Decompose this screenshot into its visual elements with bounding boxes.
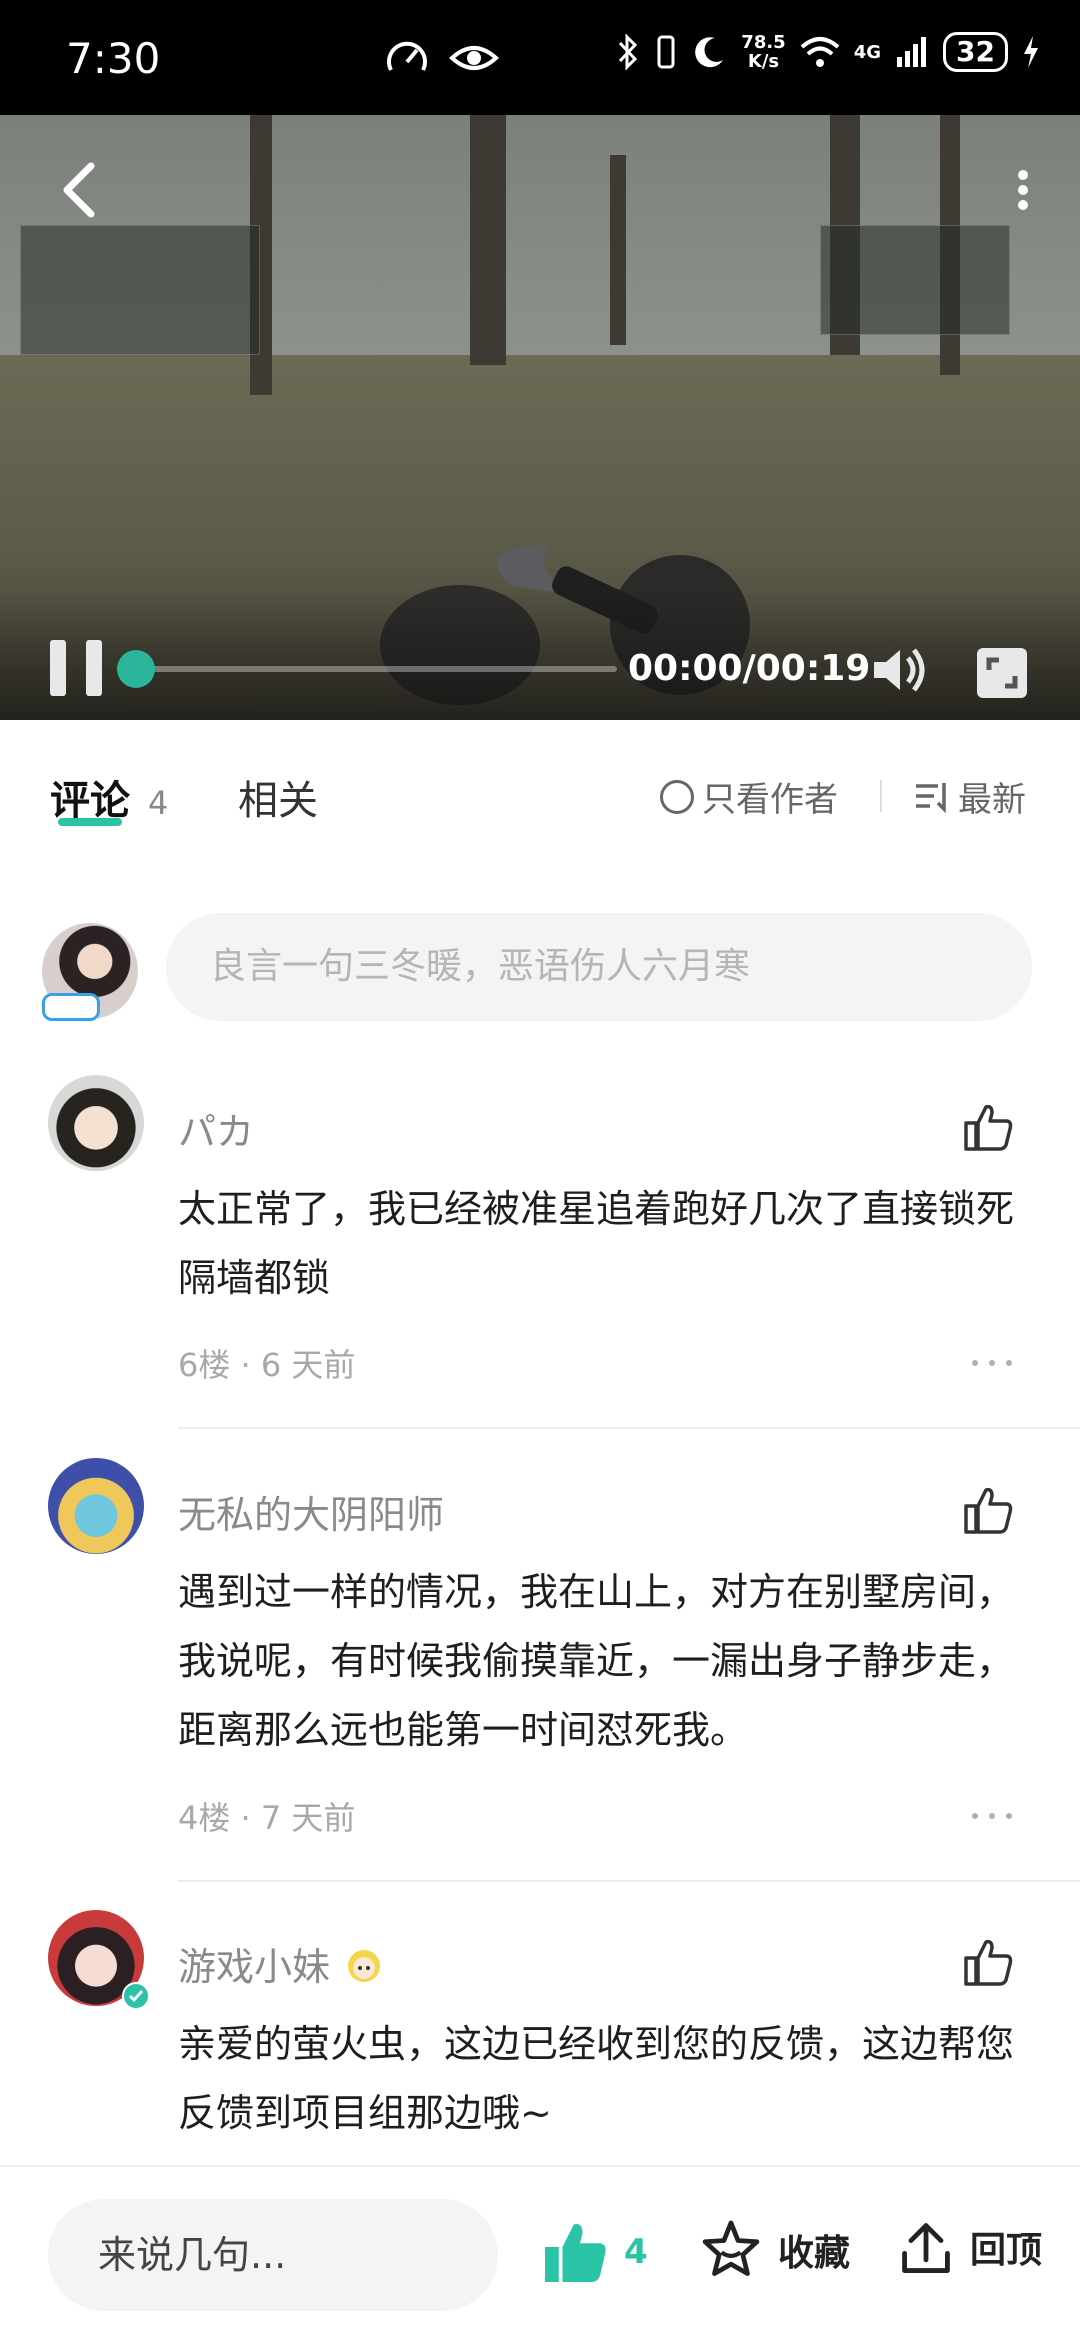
- moon-icon: [695, 37, 724, 68]
- sort-lines-icon: [916, 782, 946, 813]
- signal-label: 4G: [853, 41, 882, 63]
- progress-knob[interactable]: [117, 650, 155, 688]
- net-speed: 78.5 K/s: [741, 33, 785, 71]
- comment-floor: 6楼: [178, 1346, 231, 1384]
- comment-author[interactable]: 游戏小妹: [178, 1936, 386, 1991]
- comment-composer: 良言一句三冬暖，恶语伤人六月寒: [0, 905, 1080, 1025]
- pause-button[interactable]: [50, 640, 102, 696]
- pause-bar: [50, 640, 66, 696]
- comment-input[interactable]: 良言一句三冬暖，恶语伤人六月寒: [166, 913, 1032, 1021]
- status-bar: 7:30 78.5 K/s 4G 32: [0, 0, 1080, 115]
- tree: [470, 115, 506, 365]
- comment-author[interactable]: パカ: [178, 1101, 254, 1156]
- avatar[interactable]: [48, 1458, 144, 1554]
- vibrate-icon: [657, 35, 675, 69]
- comment-item: パカ 太正常了，我已经被准星追着跑好几次了直接锁死隔墙都锁 6楼 · 6 天前: [0, 1075, 1080, 1430]
- wifi-icon: [800, 37, 840, 67]
- comment-time: 7 天前: [260, 1799, 356, 1837]
- speedometer-icon: [387, 41, 427, 71]
- meta-separator: ·: [240, 1346, 261, 1384]
- fullscreen-icon[interactable]: [975, 646, 1029, 700]
- like-count: 4: [624, 2232, 648, 2272]
- video-controls: 00:00/00:19: [0, 590, 1080, 720]
- eye-icon: [449, 46, 499, 70]
- comment-body: 遇到过一样的情况，我在山上，对方在别墅房间，我说呢，有时候我偷摸靠近，一漏出身子…: [178, 1570, 1015, 1752]
- back-arrow-icon[interactable]: [55, 160, 105, 220]
- filter-divider: [880, 780, 882, 812]
- hud-panel-right: [820, 225, 1010, 335]
- radio-circle-icon: [660, 779, 694, 814]
- thumbs-up-icon[interactable]: [960, 1099, 1016, 1155]
- only-author-label: 只看作者: [702, 780, 838, 820]
- tree: [610, 155, 626, 345]
- more-vertical-icon[interactable]: [1016, 170, 1030, 210]
- status-time: 7:30: [66, 34, 161, 83]
- status-center-icons: [385, 38, 499, 78]
- net-speed-value: 78.5: [741, 32, 786, 53]
- bottom-action-bar: 来说几句... 4 收藏 回顶: [0, 2165, 1080, 2340]
- video-time: 00:00/00:19: [628, 648, 871, 689]
- progress-track[interactable]: [137, 666, 617, 672]
- comment-meta: 4楼 · 7 天前: [178, 1793, 355, 1839]
- pause-bar: [86, 640, 102, 696]
- comment-floor: 4楼: [178, 1799, 231, 1837]
- charging-icon: [1024, 36, 1038, 68]
- battery-indicator: 32: [943, 32, 1008, 72]
- comment-author[interactable]: 无私的大阴阳师: [178, 1484, 444, 1539]
- favorite-button[interactable]: 收藏: [698, 2217, 850, 2283]
- comment-item: 游戏小妹 亲爱的萤火虫，这边已经收到您的反馈，这边帮您反馈到项目组那边哦~: [0, 1910, 1080, 2165]
- favorite-label: 收藏: [778, 2233, 851, 2274]
- like-button[interactable]: 4: [540, 2217, 648, 2287]
- video-player[interactable]: 00:00/00:19: [0, 115, 1080, 720]
- avatar[interactable]: [48, 1075, 144, 1171]
- tab-comments-count: 4: [148, 784, 169, 822]
- comment-time: 6 天前: [260, 1346, 356, 1384]
- signal-icon: [897, 37, 927, 67]
- comment-tabs-row: 评论 4 相关 只看作者 最新: [0, 720, 1080, 870]
- status-right-icons: 78.5 K/s 4G 32: [617, 32, 1040, 72]
- comment-divider: [178, 1880, 1080, 1882]
- tab-related[interactable]: 相关: [238, 768, 318, 826]
- active-tab-indicator: [58, 818, 122, 826]
- net-speed-unit: K/s: [747, 51, 780, 72]
- hud-panel-left: [20, 225, 260, 355]
- star-icon: [702, 2220, 760, 2276]
- mascot-emoji-icon: [348, 1949, 381, 1982]
- sort-latest-label: 最新: [958, 780, 1026, 820]
- only-author-toggle[interactable]: 只看作者: [660, 772, 838, 821]
- more-horizontal-icon[interactable]: [972, 1360, 1012, 1370]
- thumbs-up-filled-icon: [545, 2224, 606, 2282]
- thumbs-up-icon[interactable]: [960, 1482, 1016, 1538]
- comment-body: 太正常了，我已经被准星追着跑好几次了直接锁死隔墙都锁: [178, 1187, 1015, 1300]
- back-to-top-button[interactable]: 回顶: [896, 2217, 1042, 2277]
- comment-divider: [178, 1427, 1080, 1429]
- sort-latest-button[interactable]: 最新: [914, 772, 1026, 821]
- volume-icon[interactable]: [870, 646, 930, 694]
- meta-separator: ·: [240, 1799, 261, 1837]
- comment-item: 无私的大阴阳师 遇到过一样的情况，我在山上，对方在别墅房间，我说呢，有时候我偷摸…: [0, 1458, 1080, 1883]
- verified-badge-icon: [122, 1982, 150, 2010]
- more-horizontal-icon[interactable]: [972, 1813, 1012, 1823]
- comment-author-name: 游戏小妹: [178, 1945, 331, 1989]
- thumbs-up-icon[interactable]: [960, 1934, 1016, 1990]
- back-to-top-label: 回顶: [970, 2230, 1043, 2271]
- comment-body: 亲爱的萤火虫，这边已经收到您的反馈，这边帮您反馈到项目组那边哦~: [178, 2022, 1015, 2135]
- bluetooth-icon: [619, 33, 638, 71]
- upload-arrow-icon: [902, 2223, 950, 2273]
- comment-meta: 6楼 · 6 天前: [178, 1340, 355, 1386]
- user-level-badge: [42, 993, 100, 1021]
- bottom-comment-input[interactable]: 来说几句...: [48, 2199, 498, 2311]
